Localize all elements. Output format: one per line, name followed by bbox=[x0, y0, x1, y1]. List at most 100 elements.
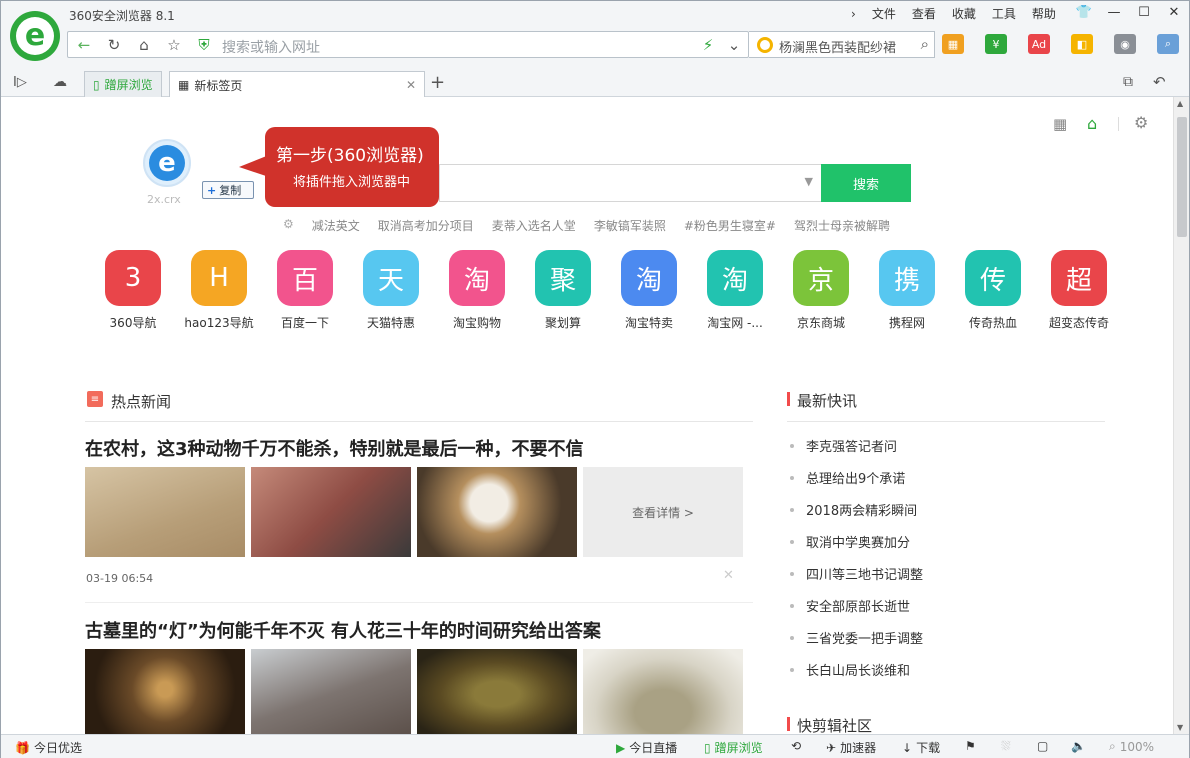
home-view-icon[interactable]: ⌂ bbox=[1087, 114, 1097, 133]
site-tile[interactable]: 淘淘宝网 -... bbox=[692, 250, 778, 331]
hot-keyword[interactable]: 李敏镐军装照 bbox=[594, 217, 666, 234]
menu-file[interactable]: 文件 bbox=[864, 5, 904, 22]
menu-favorites[interactable]: 收藏 bbox=[944, 5, 984, 22]
address-input[interactable]: 搜索或输入网址 bbox=[222, 37, 320, 57]
menu-help[interactable]: 帮助 bbox=[1024, 5, 1064, 22]
scrollbar[interactable]: ▲ ▼ bbox=[1173, 97, 1189, 734]
news-icon: ≡ bbox=[87, 391, 103, 407]
coupon-icon[interactable]: ◧ bbox=[1071, 34, 1093, 54]
site-tile[interactable]: 淘淘宝特卖 bbox=[606, 250, 692, 331]
flash-item[interactable]: 李克强答记者问 bbox=[806, 436, 897, 455]
star-icon[interactable]: ☆ bbox=[164, 36, 184, 54]
site-tile[interactable]: Hhao123导航 bbox=[176, 250, 262, 331]
search-engine-icon[interactable] bbox=[757, 37, 773, 53]
dismiss-icon[interactable]: ✕ bbox=[723, 568, 734, 583]
tab-split-browse[interactable]: ▯ 蹭屏浏览 bbox=[84, 71, 162, 97]
bronze-lamp-image[interactable] bbox=[251, 649, 411, 734]
hot-keyword[interactable]: 驾烈士母亲被解聘 bbox=[794, 217, 890, 234]
new-tab-button[interactable]: + bbox=[430, 72, 445, 93]
download-icon: ↓ bbox=[902, 740, 913, 755]
flash-item[interactable]: 总理给出9个承诺 bbox=[806, 468, 905, 487]
tomb-image[interactable] bbox=[85, 649, 245, 734]
crx-file-icon[interactable]: e bbox=[143, 139, 191, 187]
mute-icon[interactable]: ⛆ bbox=[1001, 739, 1011, 754]
maximize-button[interactable]: ☐ bbox=[1129, 1, 1159, 23]
apps-icon[interactable]: ▦ bbox=[942, 34, 964, 54]
translate-icon[interactable]: Ad bbox=[1028, 34, 1050, 54]
hot-keyword[interactable]: 麦蒂入选名人堂 bbox=[492, 217, 576, 234]
menu-tools[interactable]: 工具 bbox=[984, 5, 1024, 22]
search-icon[interactable]: ⌕ bbox=[921, 35, 929, 53]
site-tile[interactable]: 百百度一下 bbox=[262, 250, 348, 331]
owl-image[interactable] bbox=[417, 467, 577, 557]
sidebar-toggle-icon[interactable]: I▷ bbox=[13, 75, 27, 90]
site-label: 京东商城 bbox=[796, 316, 845, 330]
accelerator-button[interactable]: ✈ 加速器 bbox=[826, 739, 876, 756]
search-button[interactable]: 搜索 bbox=[821, 164, 911, 202]
money-icon[interactable]: ¥ bbox=[985, 34, 1007, 54]
main-search-input[interactable]: ▼ bbox=[439, 164, 821, 202]
bowl-image[interactable] bbox=[583, 649, 743, 734]
flash-item[interactable]: 三省党委一把手调整 bbox=[806, 628, 923, 647]
hot-keyword[interactable]: 减法英文 bbox=[312, 217, 360, 234]
window-icon[interactable]: ▢ bbox=[1037, 739, 1048, 753]
site-tile[interactable]: 京京东商城 bbox=[778, 250, 864, 331]
today-picks[interactable]: 🎁 今日优选 bbox=[15, 739, 82, 756]
address-bar[interactable]: ← ↻ ⌂ ☆ ⛨ 搜索或输入网址 ⚡ ⌄ bbox=[67, 31, 749, 58]
restore-tabs-icon[interactable]: ⧉ bbox=[1123, 74, 1133, 90]
flash-item[interactable]: 长白山局长谈维和 bbox=[806, 660, 910, 679]
close-button[interactable]: ✕ bbox=[1159, 1, 1189, 23]
scrollbar-thumb[interactable] bbox=[1177, 117, 1187, 237]
back-icon[interactable]: ← bbox=[74, 36, 94, 54]
grid-view-icon[interactable]: ▦ bbox=[1053, 115, 1067, 133]
menu-chevron-icon[interactable]: › bbox=[843, 7, 864, 21]
flash-item[interactable]: 2018两会精彩瞬间 bbox=[806, 500, 917, 519]
home-icon[interactable]: ⌂ bbox=[134, 36, 154, 54]
zoom-tool-icon[interactable]: ⌕ bbox=[1157, 34, 1179, 54]
flash-item[interactable]: 安全部原部长逝世 bbox=[806, 596, 910, 615]
minimize-button[interactable]: — bbox=[1099, 1, 1129, 23]
game-icon[interactable]: ◉ bbox=[1114, 34, 1136, 54]
settings-icon[interactable]: ⚙ bbox=[1134, 113, 1148, 132]
zoom-control[interactable]: ⌕ 100% bbox=[1109, 739, 1154, 754]
menu-view[interactable]: 查看 bbox=[904, 5, 944, 22]
news-headline[interactable]: 古墓里的“灯”为何能千年不灭 有人花三十年的时间研究给出答案 bbox=[85, 617, 601, 643]
undo-close-icon[interactable]: ↶ bbox=[1153, 73, 1166, 91]
dropdown-icon[interactable]: ⌄ bbox=[724, 36, 744, 54]
swallow-image[interactable] bbox=[85, 467, 245, 557]
skin-icon[interactable]: 👕 bbox=[1069, 1, 1099, 23]
view-details-link[interactable]: 查看详情 > bbox=[583, 467, 743, 557]
search-engine-box[interactable]: 杨澜黑色西装配纱裙 ⌕ bbox=[749, 31, 935, 58]
search-engine-input[interactable]: 杨澜黑色西装配纱裙 bbox=[779, 37, 911, 56]
site-icon: 携 bbox=[879, 250, 935, 306]
volume-icon[interactable]: 🔈 bbox=[1071, 739, 1086, 753]
scroll-up-icon[interactable]: ▲ bbox=[1177, 99, 1183, 108]
site-tile[interactable]: 传传奇热血 bbox=[950, 250, 1036, 331]
site-tile[interactable]: 淘淘宝购物 bbox=[434, 250, 520, 331]
ceramic-lamp-image[interactable] bbox=[417, 649, 577, 734]
live-button[interactable]: ▶ 今日直播 bbox=[616, 739, 677, 756]
tab-close-icon[interactable]: ✕ bbox=[406, 78, 416, 92]
tab-new-tab[interactable]: ▦ 新标签页 ✕ bbox=[169, 71, 425, 98]
hot-keyword[interactable]: #粉色男生寝室# bbox=[684, 217, 776, 234]
cloud-icon[interactable]: ☁ bbox=[53, 74, 67, 90]
search-dropdown-icon[interactable]: ▼ bbox=[805, 175, 813, 188]
flag-icon[interactable]: ⚑ bbox=[965, 739, 976, 753]
hot-keyword[interactable]: 取消高考加分项目 bbox=[378, 217, 474, 234]
scroll-down-icon[interactable]: ▼ bbox=[1177, 723, 1183, 732]
lightning-icon[interactable]: ⚡ bbox=[698, 36, 718, 54]
site-tile[interactable]: 3 360导航 bbox=[90, 250, 176, 331]
site-tile[interactable]: 聚聚划算 bbox=[520, 250, 606, 331]
flash-item[interactable]: 取消中学奥赛加分 bbox=[806, 532, 910, 551]
site-tile[interactable]: 携携程网 bbox=[864, 250, 950, 331]
refresh-icon[interactable]: ↻ bbox=[104, 36, 124, 54]
butcher-image[interactable] bbox=[251, 467, 411, 557]
browser-logo[interactable]: e bbox=[10, 11, 60, 61]
site-tile[interactable]: 超超变态传奇 bbox=[1036, 250, 1122, 331]
download-button[interactable]: ↓ 下载 bbox=[902, 739, 940, 756]
shuffle-icon[interactable]: ⟲ bbox=[791, 739, 801, 753]
split-browse-button[interactable]: ▯ 蹭屏浏览 bbox=[704, 739, 763, 756]
flash-item[interactable]: 四川等三地书记调整 bbox=[806, 564, 923, 583]
news-headline[interactable]: 在农村，这3种动物千万不能杀，特别就是最后一种，不要不信 bbox=[85, 435, 584, 461]
site-tile[interactable]: 天天猫特惠 bbox=[348, 250, 434, 331]
